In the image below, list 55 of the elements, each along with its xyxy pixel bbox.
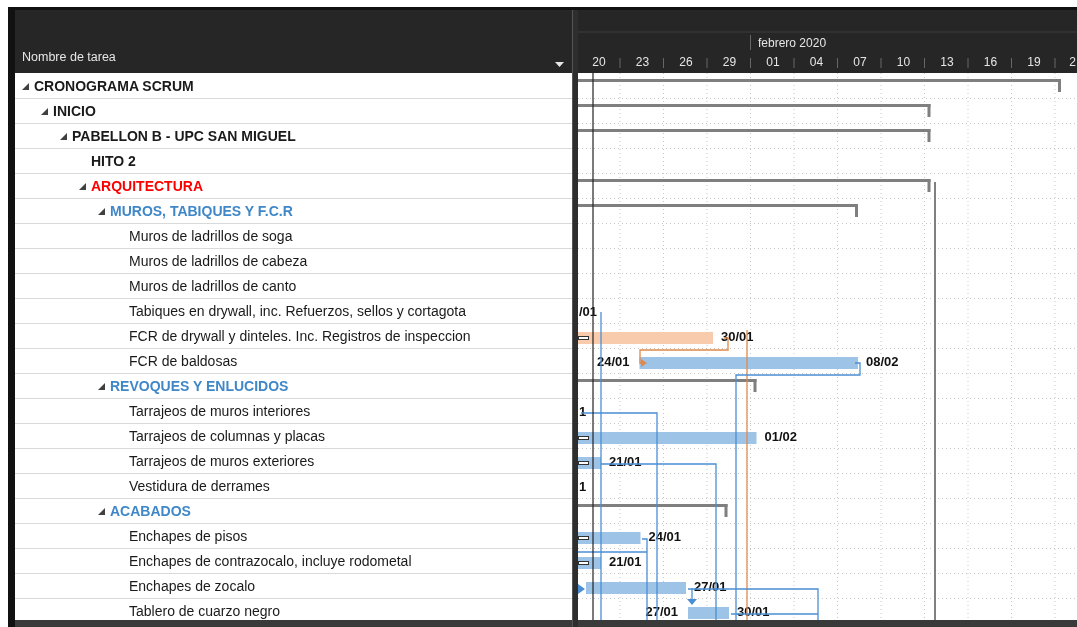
date-label: 1 — [579, 479, 587, 494]
task-name: Tarrajeos de muros exteriores — [129, 451, 315, 471]
date-label: 08/02 — [866, 354, 899, 369]
task-name: FCR de drywall y dinteles. Inc. Registros de inspeccion — [129, 326, 471, 346]
timescale-label: 26 — [679, 55, 693, 69]
collapse-triangle-icon[interactable] — [98, 207, 105, 215]
date-label: 30/01 — [721, 329, 754, 344]
collapse-triangle-icon[interactable] — [79, 182, 86, 190]
task-name: ARQUITECTURA — [91, 176, 203, 196]
timescale-label: 13 — [940, 55, 954, 69]
timescale-label: 20 — [592, 55, 606, 69]
timescale-label: 23 — [635, 55, 650, 69]
timescale-label: 10 — [896, 55, 911, 69]
date-label: 01/02 — [764, 429, 798, 444]
collapse-triangle-icon[interactable] — [98, 382, 105, 390]
task-name: REVOQUES Y ENLUCIDOS — [110, 376, 289, 396]
task-name: Muros de ladrillos de canto — [129, 276, 297, 296]
task-name: PABELLON B - UPC SAN MIGUEL — [72, 126, 296, 146]
month-label: febrero 2020 — [758, 36, 827, 50]
timescale-label: 07 — [853, 55, 867, 69]
date-label: 24/01 — [596, 354, 630, 369]
date-label: 27/01 — [645, 604, 678, 619]
dropdown-caret-icon[interactable] — [555, 62, 564, 67]
collapse-triangle-icon[interactable] — [60, 132, 67, 140]
task-name: Tarrajeos de muros interiores — [129, 401, 311, 421]
timescale-label: 04 — [809, 55, 824, 69]
timescale-label: 01 — [766, 55, 780, 69]
task-name: HITO 2 — [91, 151, 136, 171]
task-name: Tablero de cuarzo negro — [129, 601, 280, 620]
task-name: Enchapes de pisos — [129, 526, 248, 546]
horizontal-scrollbar[interactable] — [15, 620, 572, 627]
task-name: CRONOGRAMA SCRUM — [34, 76, 194, 96]
timescale-label: 29 — [722, 55, 737, 69]
date-label: 24/01 — [648, 529, 682, 544]
task-bar[interactable] — [578, 532, 641, 544]
date-label: 21/01 — [609, 554, 642, 569]
task-name: FCR de baldosas — [129, 351, 238, 371]
task-name: Muros de ladrillos de soga — [129, 226, 293, 246]
horizontal-scrollbar[interactable] — [578, 620, 1077, 627]
collapse-triangle-icon[interactable] — [41, 107, 48, 115]
task-name: Muros de ladrillos de cabeza — [129, 251, 308, 271]
column-header[interactable]: Nombre de tarea — [22, 48, 116, 67]
task-name: Vestidura de derrames — [129, 476, 270, 496]
task-name: Tabiques en drywall, inc. Refuerzos, sellos y cortagota — [129, 301, 466, 321]
collapse-triangle-icon[interactable] — [98, 507, 105, 515]
collapse-triangle-icon[interactable] — [22, 82, 29, 90]
timescale-label: 16 — [983, 55, 998, 69]
task-name: Enchapes de contrazocalo, incluye rodometal — [129, 551, 412, 571]
task-name: INICIO — [53, 101, 96, 121]
task-name: Enchapes de zocalo — [129, 576, 256, 596]
task-name: MUROS, TABIQUES Y F.C.R — [110, 201, 293, 221]
timescale-label: 2 — [1069, 55, 1076, 69]
task-name: Tarrajeos de columnas y placas — [129, 426, 326, 446]
task-name: ACABADOS — [110, 501, 191, 521]
timescale-label: 19 — [1027, 55, 1041, 69]
